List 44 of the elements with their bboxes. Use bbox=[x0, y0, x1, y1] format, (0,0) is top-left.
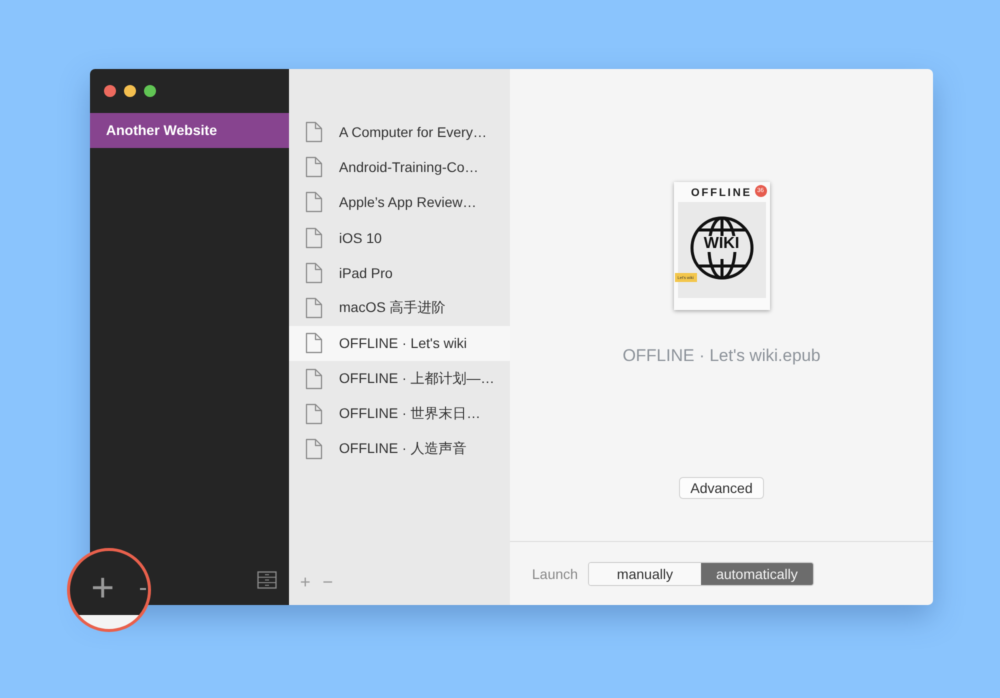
document-title: iPad Pro bbox=[339, 264, 393, 281]
document-row[interactable]: OFFLINE · 上都计划—… bbox=[289, 361, 510, 396]
document-icon bbox=[305, 262, 323, 284]
minimize-button[interactable] bbox=[124, 85, 136, 97]
document-row[interactable]: A Computer for Every… bbox=[289, 114, 510, 150]
document-row[interactable]: macOS 高手进阶 bbox=[289, 290, 510, 326]
document-title: A Computer for Every… bbox=[339, 124, 487, 140]
document-icon bbox=[305, 368, 323, 390]
document-title: Apple’s App Review… bbox=[339, 194, 476, 210]
document-title: OFFLINE · 人造声音 bbox=[339, 440, 467, 458]
launch-option[interactable]: manually bbox=[588, 562, 701, 584]
document-row[interactable]: iOS 10 bbox=[289, 220, 510, 256]
document-icon bbox=[305, 297, 323, 320]
sidebar-item[interactable]: Another Website bbox=[90, 113, 289, 148]
document-icon bbox=[305, 403, 323, 426]
add-button[interactable]: + bbox=[91, 565, 114, 611]
document-row[interactable]: Apple’s App Review… bbox=[289, 184, 510, 220]
document-icon bbox=[305, 156, 323, 178]
document-row[interactable]: Android-Training-Co… bbox=[289, 149, 510, 185]
document-title: OFFLINE · Let's wiki bbox=[339, 335, 467, 352]
drawer-icon[interactable] bbox=[257, 571, 277, 589]
document-icon bbox=[305, 226, 323, 249]
document-row[interactable]: OFFLINE · 人造声音 bbox=[289, 432, 510, 467]
document-title: Android-Training-Co… bbox=[339, 158, 479, 175]
launch-option[interactable]: automatically bbox=[700, 562, 813, 584]
document-icon bbox=[305, 120, 323, 143]
globe-icon bbox=[688, 215, 754, 281]
document-row[interactable]: iPad Pro bbox=[289, 255, 510, 290]
document-row[interactable]: OFFLINE · Let's wiki bbox=[289, 326, 510, 362]
launch-label: Launch bbox=[532, 566, 578, 582]
document-title: OFFLINE · 世界末日… bbox=[339, 405, 481, 424]
document-title: OFFLINE · 上都计划—… bbox=[339, 370, 495, 388]
zoom-button[interactable] bbox=[144, 85, 156, 97]
file-name: OFFLINE · Let's wiki.epub bbox=[622, 346, 820, 366]
document-icon bbox=[305, 438, 323, 460]
document-icon bbox=[305, 191, 323, 214]
close-button[interactable] bbox=[104, 85, 116, 97]
document-row[interactable]: OFFLINE · 世界末日… bbox=[289, 396, 510, 432]
document-title: macOS 高手进阶 bbox=[339, 299, 446, 318]
cover-title: OFFLINE bbox=[690, 187, 752, 199]
document-icon bbox=[305, 332, 323, 354]
wiki-logo-text: WIKI bbox=[702, 236, 740, 252]
advanced-button[interactable]: Advanced bbox=[679, 477, 764, 499]
document-title: iOS 10 bbox=[339, 230, 382, 246]
